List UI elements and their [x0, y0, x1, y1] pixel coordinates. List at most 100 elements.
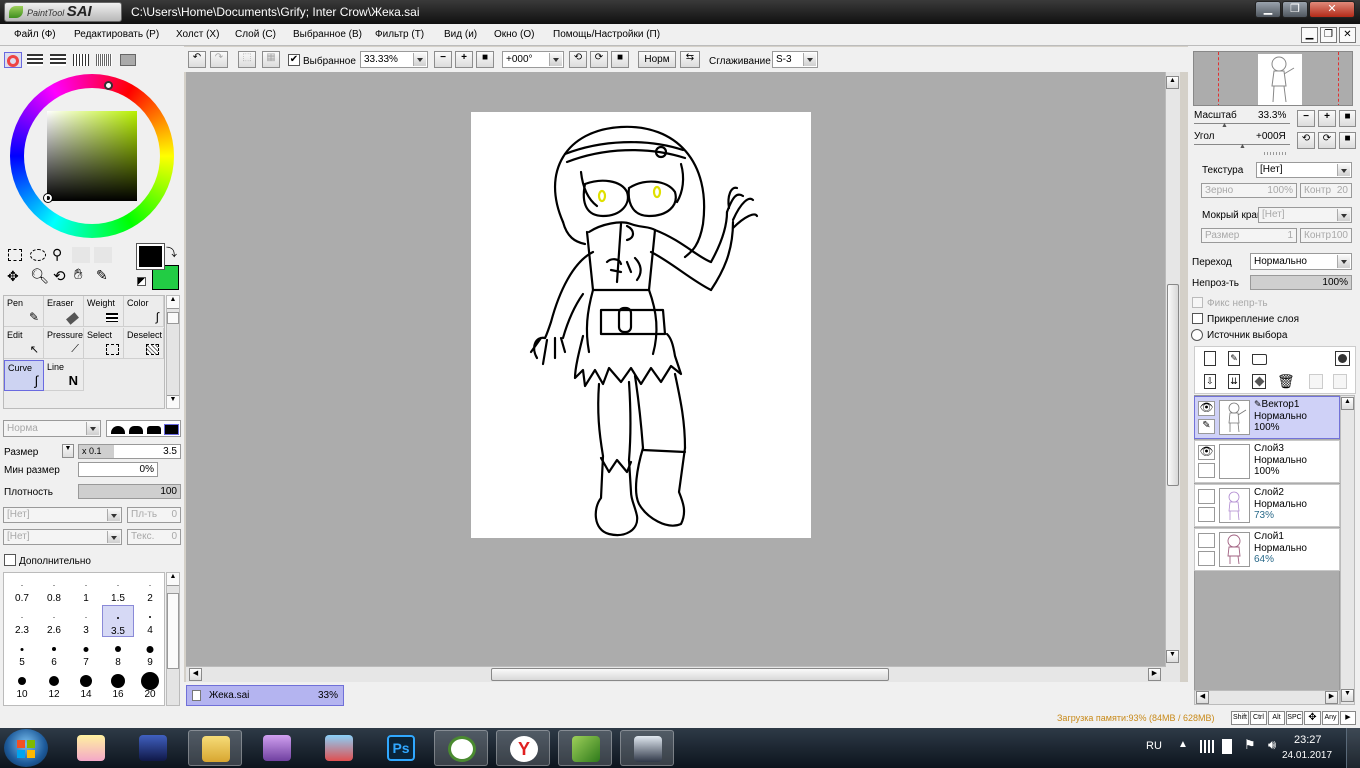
layer-opacity-slider[interactable]: 100% — [1250, 275, 1352, 290]
show-desktop-button[interactable] — [1346, 728, 1360, 768]
brush-texture2-select[interactable]: [Нет] — [3, 529, 122, 545]
swap-colors-icon[interactable]: ⤵ — [166, 244, 177, 260]
menu-file[interactable]: Файл (Ф) — [14, 29, 56, 40]
canvas-vertical-scrollbar[interactable]: ▲ ▼ — [1165, 72, 1180, 682]
clock-date[interactable]: 24.01.2017 — [1282, 750, 1332, 761]
grain-field[interactable]: Зерно 100% — [1201, 183, 1297, 198]
zoom-select[interactable]: 33.33% — [360, 51, 428, 68]
density-slider[interactable]: 100 — [78, 484, 181, 499]
mdi-restore-button[interactable]: ❐ — [1320, 27, 1337, 43]
blend-mode-select[interactable]: Норма — [3, 420, 101, 437]
menu-selection[interactable]: Выбранное (В) — [293, 29, 362, 40]
lock-box[interactable] — [1198, 463, 1215, 478]
tool-line[interactable]: Line N — [44, 360, 84, 391]
taskbar-app-utorrent[interactable] — [434, 730, 488, 766]
tool-edit[interactable]: Edit ↖ — [4, 328, 44, 359]
minimize-button[interactable]: ▁ — [1255, 1, 1281, 18]
size-dropdown-icon[interactable]: ▼ — [62, 444, 74, 458]
hsv-slider-icon[interactable] — [50, 54, 66, 66]
visibility-box[interactable] — [1198, 489, 1215, 504]
taskbar-app-penguin[interactable] — [620, 730, 674, 766]
reset-colors-icon[interactable] — [137, 277, 146, 286]
nav-zoom-out-icon[interactable]: − — [1297, 110, 1315, 127]
panel-splitter[interactable] — [1264, 152, 1286, 155]
rotate-right-icon[interactable]: ⟳ — [590, 51, 608, 68]
wet-contrast-field[interactable]: Контр 100 — [1300, 228, 1352, 243]
undo-icon[interactable]: ↶ — [188, 51, 206, 68]
move-icon[interactable]: ✥ — [7, 268, 19, 285]
magic-wand-icon[interactable]: ⚲ — [52, 246, 68, 262]
merge-visible-icon[interactable] — [1309, 374, 1323, 389]
menu-filter[interactable]: Фильтр (Т) — [375, 29, 424, 40]
layer-sloy3[interactable]: 👁︎ Слой3 Нормально 100% — [1194, 440, 1340, 483]
min-size-slider[interactable]: 0% — [78, 462, 158, 477]
layer-sloy2[interactable]: Слой2 Нормально 73% — [1194, 484, 1340, 527]
zoom-out-icon[interactable]: − — [434, 51, 452, 68]
lasso-icon[interactable] — [30, 249, 46, 261]
lock-box[interactable] — [1198, 507, 1215, 522]
redo-icon[interactable]: ↷ — [210, 51, 228, 68]
start-button[interactable] — [4, 729, 48, 767]
brush-size-8[interactable]: 8 — [102, 637, 134, 669]
brush-size-2.6[interactable]: 2.6 — [38, 605, 70, 637]
layer-sloy1[interactable]: Слой1 Нормально 64% — [1194, 528, 1340, 571]
brush-size-1[interactable]: 1 — [70, 573, 102, 605]
rect-select-icon[interactable] — [8, 249, 22, 261]
brush-texture-select[interactable]: [Нет] — [3, 507, 122, 523]
nav-zoom-reset-icon[interactable]: ■ — [1339, 110, 1356, 127]
nav-rotate-reset-icon[interactable]: ■ — [1339, 132, 1356, 149]
tool-select[interactable]: Select — [84, 328, 124, 359]
texture-strength-field[interactable]: Пл-ть 0 — [127, 507, 181, 523]
navigator-preview[interactable] — [1193, 51, 1353, 106]
zoom-icon[interactable]: 🔍︎ — [30, 267, 49, 285]
swatches-icon[interactable] — [96, 54, 112, 66]
brush-size-2.3[interactable]: 2.3 — [6, 605, 38, 637]
sv-handle[interactable] — [43, 193, 53, 203]
tool-pressure[interactable]: Pressure ⟋ — [44, 328, 84, 359]
brush-size-16[interactable]: 16 — [102, 669, 134, 701]
brush-size-2[interactable]: 2 — [134, 573, 164, 605]
new-vector-layer-icon[interactable]: ✎ — [1228, 351, 1240, 366]
taskbar-app-fluttershy[interactable] — [64, 730, 118, 766]
brush-size-1.5[interactable]: 1.5 — [102, 573, 134, 605]
canvas-horizontal-scrollbar[interactable]: ◀ ▶ — [186, 666, 1166, 682]
canvas-paper[interactable] — [471, 112, 811, 538]
menu-view[interactable]: Вид (и) — [444, 29, 477, 40]
tool-pen[interactable]: Pen ✎ — [4, 296, 44, 327]
document-tab[interactable]: Жека.sai 33% — [186, 685, 344, 706]
selection-source-checkbox[interactable] — [1191, 329, 1203, 341]
menu-help[interactable]: Помощь/Настройки (П) — [553, 29, 660, 40]
layer-list-hscrollbar[interactable]: ◀ ▶ — [1194, 690, 1340, 705]
mdi-close-button[interactable]: ✕ — [1339, 27, 1356, 43]
taskbar-app-photoshop[interactable]: Ps — [374, 730, 428, 766]
tray-expand-icon[interactable]: ▲ — [1178, 739, 1188, 750]
scratchpad-icon[interactable] — [120, 54, 136, 66]
volume-icon[interactable]: 🔊︎ — [1268, 737, 1276, 753]
rotation-select[interactable]: +000° — [502, 51, 564, 68]
zoom-reset-icon[interactable]: ■ — [476, 51, 494, 68]
nav-zoom-slider[interactable] — [1194, 123, 1290, 124]
deselect-toolbar-icon[interactable]: ⬚ — [238, 51, 256, 68]
selection-visible-checkbox[interactable]: ✔ — [288, 54, 300, 66]
tool-deselect[interactable]: Deselect — [124, 328, 164, 359]
taskbar-app-explorer[interactable] — [188, 730, 242, 766]
texture-contrast-field[interactable]: Контр 20 — [1300, 183, 1352, 198]
brush-size-10[interactable]: 10 — [6, 669, 38, 701]
brush-size-5[interactable]: 5 — [6, 637, 38, 669]
nav-rotate-left-icon[interactable]: ⟲ — [1297, 132, 1315, 149]
brush-size-7[interactable]: 7 — [70, 637, 102, 669]
nav-zoom-in-icon[interactable]: + — [1318, 110, 1336, 127]
flag-icon[interactable]: ⚑ — [1244, 737, 1256, 753]
visibility-eye-icon[interactable]: 👁︎ — [1198, 401, 1215, 416]
eyedropper-icon[interactable]: ✎ — [96, 267, 108, 284]
language-indicator[interactable]: RU — [1146, 740, 1162, 752]
tool-eraser[interactable]: Eraser — [44, 296, 84, 327]
brush-size-9[interactable]: 9 — [134, 637, 164, 669]
tool-curve[interactable]: Curve ∫ — [4, 360, 44, 391]
tool-color[interactable]: Color ∫ — [124, 296, 164, 327]
delete-layer-icon[interactable]: 🗑︎ — [1277, 374, 1295, 389]
layer-mask-icon[interactable] — [1335, 351, 1350, 366]
brush-size-4[interactable]: 4 — [134, 605, 164, 637]
wet-size-field[interactable]: Размер 1 — [1201, 228, 1297, 243]
clip-layer-checkbox[interactable] — [1192, 313, 1203, 324]
